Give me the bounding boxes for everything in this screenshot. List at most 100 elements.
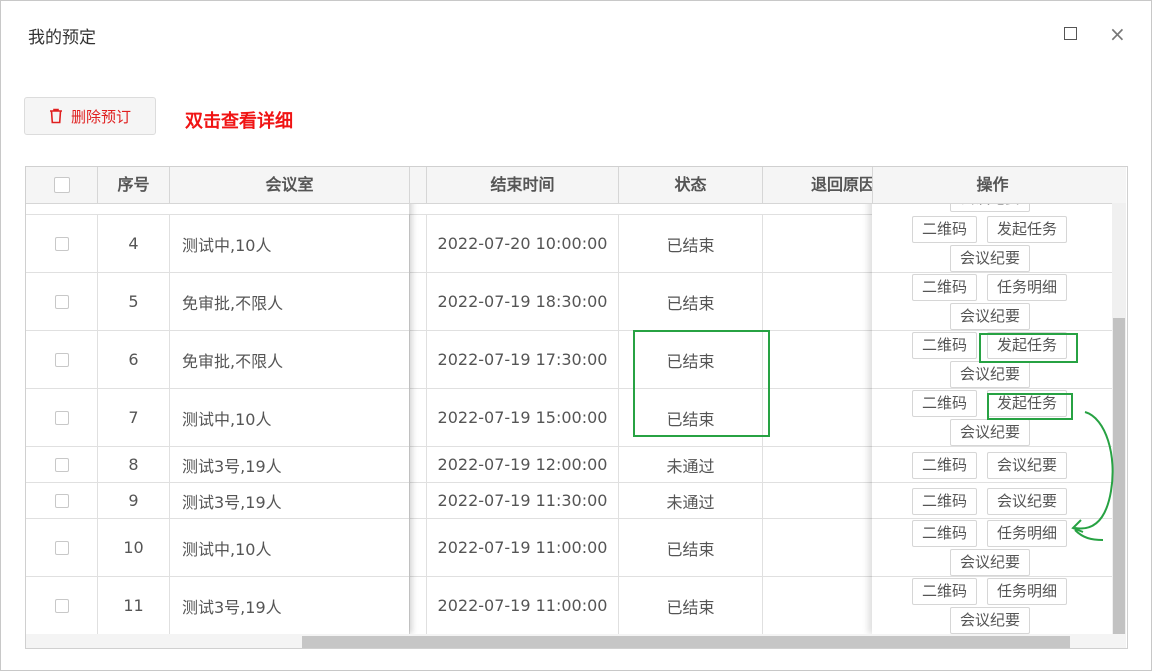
room-cell: 测试3号,19人 — [170, 483, 410, 518]
room-cell: 免审批,不限人 — [170, 273, 410, 330]
start-task-button[interactable]: 发起任务 — [987, 216, 1068, 243]
row-checkbox[interactable] — [54, 540, 69, 555]
horizontal-scroll-thumb[interactable] — [302, 636, 1070, 648]
trash-icon — [49, 108, 62, 124]
reject-reason-cell — [763, 273, 873, 330]
actions-cell: 二维码 任务明细 会议纪要 — [872, 273, 1112, 331]
room-cell: 测试中,10人 — [170, 519, 410, 576]
select-all-checkbox[interactable] — [53, 177, 70, 193]
end-time-cell: 2022-07-19 11:00:00 — [427, 519, 619, 576]
header-room[interactable]: 会议室 — [170, 167, 410, 203]
reject-reason-cell — [763, 331, 873, 388]
end-time-cell: 2022-07-19 11:30:00 — [427, 483, 619, 518]
actions-cell: 二维码 任务明细 会议纪要 — [872, 577, 1112, 635]
status-cell: 已结束 — [619, 215, 763, 272]
table-header: 序号 会议室 结束时间 状态 退回原因 操作 — [26, 167, 1126, 204]
header-reject-reason[interactable]: 退回原因 — [763, 167, 873, 203]
minutes-button[interactable]: 会议纪要 — [987, 488, 1068, 515]
header-spacer — [410, 167, 427, 203]
reservations-table: 4 测试中,10人 2022-07-20 10:00:00 已结束 5 免审批,不限人 20… — [25, 166, 1128, 649]
row-checkbox-cell — [26, 273, 98, 330]
qrcode-button[interactable]: 二维码 — [912, 578, 978, 605]
spacer-cell — [410, 215, 427, 272]
spacer-cell — [410, 273, 427, 330]
status-cell: 已结束 — [619, 273, 763, 330]
row-checkbox[interactable] — [54, 236, 69, 251]
close-icon[interactable]: × — [1109, 23, 1126, 45]
header-select-all-cell — [26, 167, 98, 203]
minutes-button[interactable]: 会议纪要 — [987, 452, 1068, 479]
row-checkbox-cell — [26, 331, 98, 388]
qrcode-button[interactable]: 二维码 — [912, 520, 978, 547]
qrcode-button[interactable]: 二维码 — [912, 452, 978, 479]
task-detail-button[interactable]: 任务明细 — [987, 520, 1068, 547]
minutes-button[interactable]: 会议纪要 — [950, 303, 1031, 330]
header-status[interactable]: 状态 — [619, 167, 763, 203]
spacer-cell — [410, 331, 427, 388]
my-reservations-dialog: 我的预定 × 删除预订 双击查看详细 4 测试中,10人 2022-07-20 10… — [0, 0, 1152, 671]
end-time-cell: 2022-07-19 17:30:00 — [427, 331, 619, 388]
arrow-annotation — [1071, 411, 1114, 541]
reject-reason-cell — [763, 519, 873, 576]
end-time-cell: 2022-07-19 12:00:00 — [427, 447, 619, 482]
status-cell: 已结束 — [619, 389, 763, 446]
reject-reason-cell — [763, 447, 873, 482]
qrcode-button[interactable]: 二维码 — [912, 488, 978, 515]
spacer-cell — [410, 447, 427, 482]
qrcode-button[interactable]: 二维码 — [912, 274, 978, 301]
row-checkbox-cell — [26, 577, 98, 634]
end-time-cell: 2022-07-19 11:00:00 — [427, 577, 619, 634]
seq-cell: 10 — [98, 519, 170, 576]
start-task-button[interactable]: 发起任务 — [987, 390, 1068, 417]
reject-reason-cell — [763, 389, 873, 446]
header-end-time[interactable]: 结束时间 — [427, 167, 619, 203]
actions-cell: 二维码 发起任务 会议纪要 — [872, 215, 1112, 273]
seq-cell: 4 — [98, 215, 170, 272]
horizontal-scrollbar[interactable] — [26, 634, 1126, 648]
row-checkbox-cell — [26, 519, 98, 576]
reject-reason-cell — [763, 215, 873, 272]
seq-cell: 7 — [98, 389, 170, 446]
end-time-cell: 2022-07-19 15:00:00 — [427, 389, 619, 446]
room-cell: 免审批,不限人 — [170, 331, 410, 388]
minutes-button[interactable]: 会议纪要 — [950, 549, 1031, 576]
task-detail-button[interactable]: 任务明细 — [987, 578, 1068, 605]
spacer-cell — [410, 519, 427, 576]
row-checkbox-cell — [26, 447, 98, 482]
status-cell: 已结束 — [619, 577, 763, 634]
qrcode-button[interactable]: 二维码 — [912, 332, 978, 359]
minutes-button[interactable]: 会议纪要 — [950, 245, 1031, 272]
room-cell: 测试中,10人 — [170, 215, 410, 272]
delete-reservation-button[interactable]: 删除预订 — [24, 97, 156, 135]
row-checkbox[interactable] — [54, 352, 69, 367]
status-cell: 已结束 — [619, 331, 763, 388]
start-task-button[interactable]: 发起任务 — [987, 332, 1068, 359]
double-click-hint: 双击查看详细 — [185, 111, 293, 132]
minutes-button[interactable]: 会议纪要 — [950, 419, 1031, 446]
minutes-button[interactable]: 会议纪要 — [950, 361, 1031, 388]
spacer-cell — [410, 389, 427, 446]
qrcode-button[interactable]: 二维码 — [912, 216, 978, 243]
header-seq[interactable]: 序号 — [98, 167, 170, 203]
actions-cell: 二维码 发起任务 会议纪要 — [872, 331, 1112, 389]
dialog-title: 我的预定 — [28, 28, 96, 48]
row-checkbox-cell — [26, 215, 98, 272]
reject-reason-cell — [763, 577, 873, 634]
seq-cell: 5 — [98, 273, 170, 330]
row-checkbox[interactable] — [54, 410, 69, 425]
task-detail-button[interactable]: 任务明细 — [987, 274, 1068, 301]
maximize-icon[interactable] — [1064, 27, 1077, 40]
row-checkbox[interactable] — [54, 457, 69, 472]
seq-cell: 8 — [98, 447, 170, 482]
room-cell: 测试3号,19人 — [170, 447, 410, 482]
room-cell: 测试中,10人 — [170, 389, 410, 446]
status-cell: 已结束 — [619, 519, 763, 576]
status-cell: 未通过 — [619, 483, 763, 518]
spacer-cell — [410, 577, 427, 634]
qrcode-button[interactable]: 二维码 — [912, 390, 978, 417]
row-checkbox[interactable] — [54, 493, 69, 508]
row-checkbox[interactable] — [54, 294, 69, 309]
end-time-cell: 2022-07-19 18:30:00 — [427, 273, 619, 330]
minutes-button[interactable]: 会议纪要 — [950, 607, 1031, 634]
row-checkbox[interactable] — [54, 598, 69, 613]
